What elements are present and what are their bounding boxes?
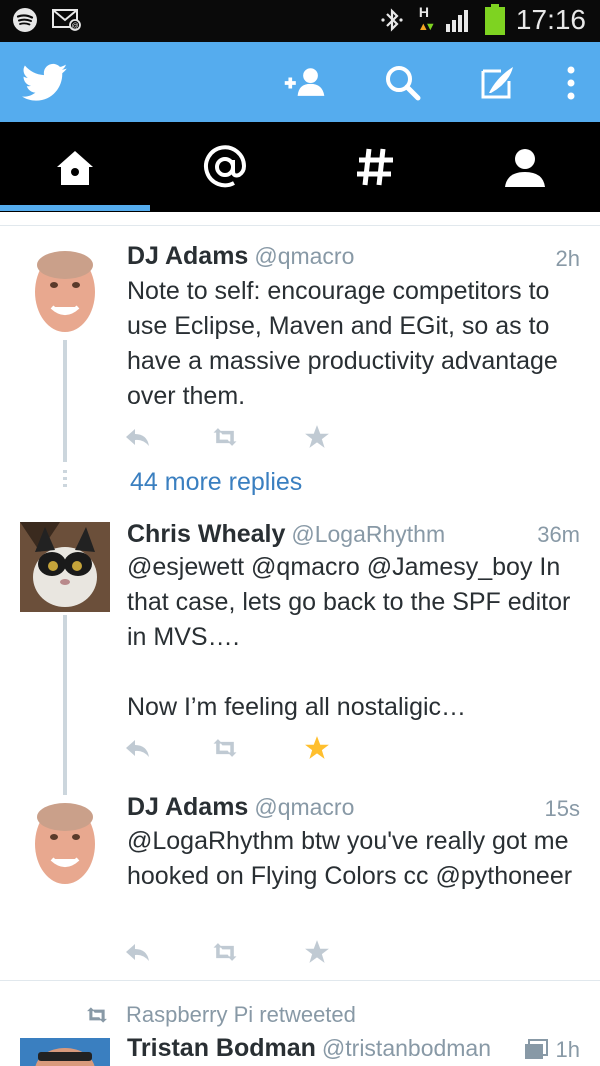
tab-bar [0, 122, 600, 212]
thread-line-dot [63, 477, 67, 480]
author-handle[interactable]: @tristanbodman [322, 1035, 491, 1061]
mail-icon: @ [52, 9, 81, 31]
tweet-actions [122, 937, 342, 967]
app-bar [0, 42, 600, 122]
retweet-icon[interactable] [210, 733, 240, 763]
thread-line [63, 340, 67, 462]
author-name[interactable]: DJ Adams [127, 242, 248, 270]
tweet-time: 36m [537, 522, 580, 547]
tweet-text: Note to self: encourage competitors to u… [127, 277, 565, 410]
bluetooth-icon [381, 8, 403, 32]
favorite-star-icon[interactable] [302, 422, 332, 452]
divider [0, 225, 600, 226]
author-handle[interactable]: @LogaRhythm [291, 521, 445, 547]
media-icon [524, 1039, 548, 1059]
add-user-icon[interactable] [282, 60, 328, 106]
favorite-star-icon[interactable] [302, 937, 332, 967]
tweet-actions [122, 422, 342, 452]
tab-discover[interactable] [300, 122, 450, 212]
svg-text:@: @ [71, 23, 78, 30]
clock: 17:16 [515, 4, 586, 35]
thread-line-dot [63, 484, 67, 487]
retweeted-by-label[interactable]: Raspberry Pi retweeted [126, 1002, 356, 1028]
overflow-menu-icon[interactable] [548, 60, 594, 106]
avatar[interactable] [20, 1038, 110, 1066]
compose-icon[interactable] [474, 60, 520, 106]
tweet-time: 2h [555, 246, 580, 271]
reply-icon[interactable] [122, 937, 152, 967]
twitter-bird-icon[interactable] [22, 60, 68, 106]
person-icon [505, 149, 545, 187]
tweet-author[interactable]: DJ Adams @qmacro [127, 242, 354, 271]
tab-home[interactable] [0, 122, 150, 212]
signal-icon [445, 10, 468, 32]
tab-mentions[interactable] [150, 122, 300, 212]
avatar[interactable] [20, 245, 110, 335]
reply-icon[interactable] [122, 733, 152, 763]
tweet-author[interactable]: Tristan Bodman @tristanbodman [127, 1034, 491, 1063]
author-name[interactable]: Chris Whealy [127, 520, 285, 548]
reply-icon[interactable] [122, 422, 152, 452]
home-icon [57, 151, 93, 185]
tweet-author[interactable]: Chris Whealy @LogaRhythm [127, 520, 445, 549]
tweet-meta: 1h [524, 1037, 580, 1063]
search-icon[interactable] [380, 60, 426, 106]
network-type-label: H [418, 4, 430, 20]
tweet-actions [122, 733, 342, 763]
tab-me[interactable] [450, 122, 600, 212]
spotify-icon [13, 8, 37, 32]
tweet-time: 15s [544, 796, 580, 821]
thread-line-dot [63, 470, 67, 473]
divider [0, 980, 600, 981]
avatar[interactable] [20, 797, 110, 887]
retweet-header: Raspberry Pi retweeted [84, 1002, 356, 1028]
tweet-text: @esjewett @qmacro @Jamesy_boy In that ca… [127, 553, 571, 721]
thread-line [63, 615, 67, 795]
tweet-time: 1h [555, 1037, 580, 1062]
avatar[interactable] [20, 522, 110, 612]
hash-icon [357, 148, 393, 186]
selected-tab-indicator [0, 205, 150, 211]
retweet-icon[interactable] [210, 422, 240, 452]
retweet-icon[interactable] [210, 937, 240, 967]
network-h-icon: H ▲ ▼ [417, 4, 436, 33]
author-handle[interactable]: @qmacro [254, 794, 354, 820]
tweet-text: @LogaRhythm btw you've really got me hoo… [127, 827, 576, 890]
status-bar: @ H ▲ ▼ 17:16 [0, 0, 600, 42]
more-replies-link[interactable]: 44 more replies [130, 468, 302, 497]
author-name[interactable]: DJ Adams [127, 793, 248, 821]
author-name[interactable]: Tristan Bodman [127, 1034, 316, 1062]
retweet-small-icon [87, 1007, 107, 1023]
battery-icon [484, 4, 505, 35]
author-handle[interactable]: @qmacro [254, 243, 354, 269]
at-icon [204, 145, 247, 188]
tweet-author[interactable]: DJ Adams @qmacro [127, 793, 354, 822]
favorite-star-icon[interactable] [302, 733, 332, 763]
